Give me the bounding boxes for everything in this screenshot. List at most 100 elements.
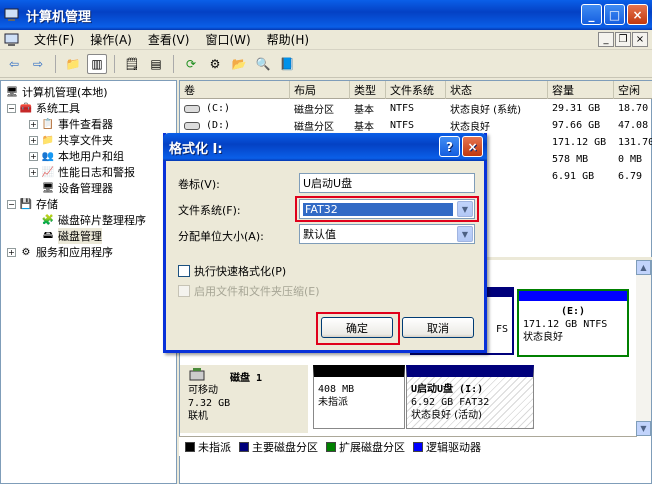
- col-filesystem[interactable]: 文件系统: [386, 81, 446, 99]
- maximize-button[interactable]: □: [604, 4, 625, 25]
- device-manager-icon: 🖥: [41, 182, 55, 194]
- alloc-unit-label: 分配单位大小(A):: [178, 230, 264, 243]
- menu-action[interactable]: 操作(A): [82, 31, 140, 48]
- disk-area-scrollbar[interactable]: ▲ ▼: [636, 260, 651, 436]
- tree-item-defrag[interactable]: 🧩 磁盘碎片整理程序: [41, 212, 146, 228]
- services-icon: ⚙: [21, 246, 31, 258]
- scroll-up-icon[interactable]: ▲: [636, 260, 651, 275]
- mmc-doc-icon[interactable]: [4, 33, 20, 47]
- expand-icon[interactable]: +: [29, 167, 38, 177]
- unallocated-space[interactable]: 408 MB 未指派: [313, 365, 405, 429]
- compression-option: 启用文件和文件夹压缩(E): [178, 283, 320, 299]
- tree-item-perf-logs[interactable]: + 📈 性能日志和警报: [29, 164, 135, 180]
- format-dialog: 格式化 I: ? × 卷标(V): U启动U盘 文件系统(F): FAT32 ▼…: [163, 133, 487, 353]
- menu-file[interactable]: 文件(F): [26, 31, 82, 48]
- compression-checkbox: [178, 285, 190, 297]
- toolbar-separator: [55, 55, 56, 73]
- cancel-button[interactable]: 取消: [402, 317, 474, 338]
- table-row[interactable]: (D:) 磁盘分区 基本 NTFS 状态良好 97.66 GB 47.08: [180, 117, 652, 134]
- toolbar: ⇦ ⇨ 📁 ▥ 🗒 ▤ ⟳ ⚙ 📂 🔍 📘: [0, 51, 652, 78]
- shared-folder-icon: 📁: [41, 134, 55, 146]
- child-restore-button[interactable]: ❐: [615, 32, 631, 47]
- minimize-button[interactable]: _: [581, 4, 602, 25]
- users-icon: 👥: [41, 150, 55, 162]
- perf-log-icon: 📈: [41, 166, 55, 178]
- volume-label-input[interactable]: U启动U盘: [299, 173, 475, 193]
- collapse-icon[interactable]: −: [7, 199, 16, 209]
- expand-icon[interactable]: +: [7, 247, 16, 257]
- menu-bar: 文件(F) 操作(A) 查看(V) 窗口(W) 帮助(H) _ ❐ ×: [0, 30, 652, 50]
- dialog-help-button[interactable]: ?: [439, 136, 460, 157]
- help-book-icon[interactable]: 📘: [277, 54, 297, 74]
- show-tree-icon[interactable]: ▥: [87, 54, 107, 74]
- refresh-icon[interactable]: ⟳: [181, 54, 201, 74]
- removable-disk-icon: [189, 368, 205, 381]
- dialog-close-button[interactable]: ×: [462, 136, 483, 157]
- tree-item-disk-management[interactable]: 🖴 磁盘管理: [41, 228, 102, 244]
- expand-icon[interactable]: +: [29, 151, 38, 161]
- col-capacity[interactable]: 容量: [548, 81, 614, 99]
- tree-item-device-manager[interactable]: 🖥 设备管理器: [41, 180, 113, 196]
- extended-partition[interactable]: (E:) 171.12 GB NTFS 状态良好: [517, 289, 629, 357]
- disk-management-icon: 🖴: [42, 229, 54, 241]
- disk-props-icon[interactable]: ⚙: [205, 54, 225, 74]
- folder-open-icon[interactable]: 📂: [229, 54, 249, 74]
- child-minimize-button[interactable]: _: [598, 32, 614, 47]
- console-icon[interactable]: ▤: [146, 54, 166, 74]
- tree-item-storage[interactable]: − 💾 存储: [7, 196, 58, 212]
- expand-icon[interactable]: +: [29, 135, 38, 145]
- partition-legend: 未指派 主要磁盘分区 扩展磁盘分区 逻辑驱动器: [179, 436, 637, 456]
- menu-view[interactable]: 查看(V): [140, 31, 198, 48]
- computer-icon: 🖥: [5, 86, 19, 98]
- window-titlebar: 计算机管理 _ □ ×: [0, 0, 652, 30]
- legend-swatch-logical: [413, 441, 423, 452]
- menu-help[interactable]: 帮助(H): [259, 31, 317, 48]
- disk1-label[interactable]: 磁盘 1 可移动 7.32 GB 联机: [180, 365, 308, 433]
- tree-item-event-viewer[interactable]: + 📋 事件查看器: [29, 116, 113, 132]
- expand-icon[interactable]: +: [29, 119, 38, 129]
- forward-arrow-icon[interactable]: ⇨: [28, 54, 48, 74]
- properties-icon[interactable]: 🗒: [122, 54, 142, 74]
- quick-format-option[interactable]: 执行快速格式化(P): [178, 263, 286, 279]
- console-tree: 🖥 计算机管理(本地) − 🧰 系统工具 + 📋 事件查看器 + 📁 共享文件夹…: [0, 80, 177, 484]
- alloc-unit-select[interactable]: 默认值 ▼: [299, 224, 475, 244]
- storage-icon: 💾: [19, 198, 33, 210]
- close-button[interactable]: ×: [627, 4, 648, 25]
- quick-format-checkbox[interactable]: [178, 265, 190, 277]
- tree-item-shared-folders[interactable]: + 📁 共享文件夹: [29, 132, 113, 148]
- menu-window[interactable]: 窗口(W): [197, 31, 258, 48]
- chevron-down-icon[interactable]: ▼: [457, 226, 473, 242]
- table-row[interactable]: (C:) 磁盘分区 基本 NTFS 状态良好 (系统) 29.31 GB 18.…: [180, 100, 652, 117]
- volume-list-header: 卷 布局 类型 文件系统 状态 容量 空闲: [180, 81, 652, 99]
- col-type[interactable]: 类型: [350, 81, 386, 99]
- filesystem-highlight-box: [295, 196, 479, 222]
- tree-item-system-tools[interactable]: − 🧰 系统工具: [7, 100, 80, 116]
- scroll-down-icon[interactable]: ▼: [636, 421, 651, 436]
- filesystem-label: 文件系统(F):: [178, 204, 241, 217]
- child-close-button[interactable]: ×: [632, 32, 648, 47]
- toolbar-separator: [173, 55, 174, 73]
- partition-e[interactable]: (E:) 171.12 GB NTFS 状态良好: [519, 291, 627, 355]
- volume-label-label: 卷标(V):: [178, 178, 220, 191]
- col-layout[interactable]: 布局: [290, 81, 350, 99]
- usb-partition-i[interactable]: U启动U盘 (I:) 6.92 GB FAT32 状态良好 (活动): [406, 365, 534, 429]
- back-arrow-icon[interactable]: ⇦: [4, 54, 24, 74]
- up-folder-icon[interactable]: 📁: [63, 54, 83, 74]
- drive-icon: [184, 121, 200, 130]
- search-icon[interactable]: 🔍: [253, 54, 273, 74]
- ok-highlight-box: [316, 312, 400, 345]
- col-free[interactable]: 空闲: [614, 81, 652, 99]
- tree-item-root[interactable]: 🖥 计算机管理(本地): [5, 84, 108, 100]
- computer-management-icon: [4, 8, 19, 21]
- col-status[interactable]: 状态: [446, 81, 548, 99]
- tree-item-local-users[interactable]: + 👥 本地用户和组: [29, 148, 124, 164]
- window-title: 计算机管理: [26, 9, 92, 25]
- event-viewer-icon: 📋: [41, 118, 55, 130]
- col-volume[interactable]: 卷: [180, 81, 290, 99]
- tree-item-services[interactable]: + ⚙ 服务和应用程序: [7, 244, 113, 260]
- collapse-icon[interactable]: −: [7, 103, 16, 113]
- legend-swatch-unallocated: [185, 441, 195, 452]
- format-dialog-titlebar: 格式化 I: ? ×: [163, 133, 487, 161]
- defrag-icon: 🧩: [41, 214, 55, 226]
- toolbar-separator: [114, 55, 115, 73]
